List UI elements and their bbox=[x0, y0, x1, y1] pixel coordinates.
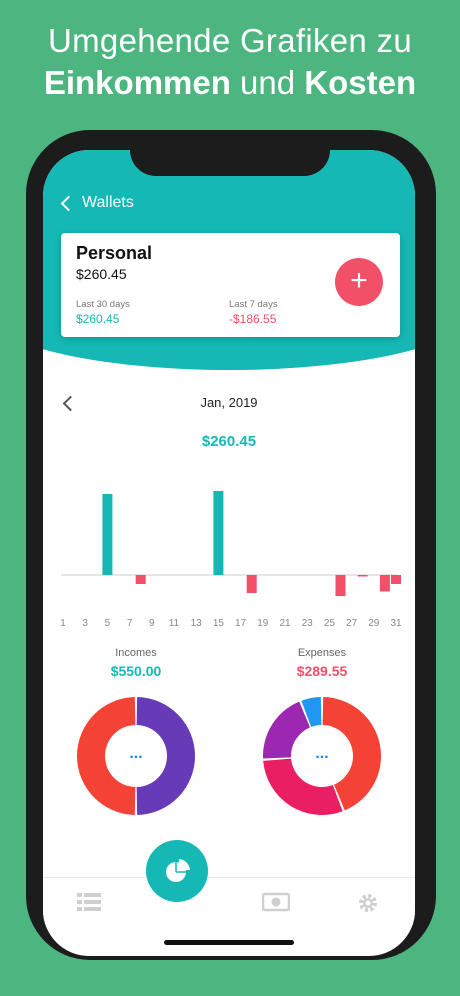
daily-bar-chart: 1 3 5 7 9 11 13 15 17 19 21 23 25 27 29 31 bbox=[60, 491, 402, 629]
x-tick-label: 29 bbox=[368, 618, 380, 629]
bar-day-31[interactable] bbox=[391, 575, 401, 584]
bar-day-15[interactable] bbox=[213, 491, 224, 575]
x-tick-label: 31 bbox=[390, 618, 402, 629]
x-tick-label: 23 bbox=[302, 618, 314, 629]
donut-exp-segment-2[interactable] bbox=[263, 701, 311, 759]
bar-day-30[interactable] bbox=[379, 575, 390, 592]
back-label: Wallets bbox=[82, 194, 134, 211]
wallet-card[interactable]: Personal $260.45 Last 30 days $260.45 La… bbox=[61, 233, 400, 337]
x-tick-label: 7 bbox=[127, 618, 133, 629]
donut-inc-segment-0[interactable] bbox=[136, 697, 196, 815]
x-tick-label: 13 bbox=[191, 618, 203, 629]
phone-notch bbox=[130, 130, 330, 176]
headline-bold-1: Einkommen bbox=[43, 64, 231, 101]
incomes-donut[interactable]: ... bbox=[73, 693, 199, 819]
incomes-block: Incomes $550.00 ... bbox=[43, 647, 229, 819]
expenses-block: Expenses $289.55 ... bbox=[229, 647, 415, 819]
more-icon[interactable]: ... bbox=[315, 745, 328, 762]
x-tick-label: 9 bbox=[149, 618, 155, 629]
bar-day-5[interactable] bbox=[102, 494, 113, 575]
bar-day-18[interactable] bbox=[246, 575, 257, 593]
bar-day-26[interactable] bbox=[335, 575, 346, 596]
more-icon[interactable]: ... bbox=[129, 745, 142, 762]
plus-icon: + bbox=[350, 264, 368, 297]
donut-inc-segment-1[interactable] bbox=[76, 697, 136, 815]
x-tick-label: 19 bbox=[257, 618, 269, 629]
incomes-label: Incomes bbox=[115, 647, 157, 659]
x-tick-label: 25 bbox=[324, 618, 336, 629]
back-button[interactable]: Wallets bbox=[59, 194, 134, 212]
headline-bold-2: Kosten bbox=[304, 64, 417, 101]
expenses-value: $289.55 bbox=[296, 663, 348, 679]
bar-day-28[interactable] bbox=[357, 575, 368, 577]
tab-bar bbox=[43, 877, 415, 927]
gear-icon[interactable] bbox=[357, 892, 379, 914]
home-indicator bbox=[164, 940, 294, 945]
headline-line-2: Einkommen und Kosten bbox=[0, 64, 460, 102]
donut-exp-segment-1[interactable] bbox=[263, 758, 343, 815]
money-icon[interactable] bbox=[262, 892, 290, 912]
wallet-name: Personal bbox=[76, 243, 153, 263]
month-total: $260.45 bbox=[201, 433, 257, 450]
last7-label: Last 7 days bbox=[229, 299, 278, 310]
last30-label: Last 30 days bbox=[76, 299, 130, 310]
last30-value: $260.45 bbox=[76, 312, 120, 326]
expenses-label: Expenses bbox=[297, 647, 347, 659]
pie-chart-icon bbox=[166, 859, 190, 882]
x-tick-label: 5 bbox=[105, 618, 111, 629]
wallet-balance: $260.45 bbox=[76, 266, 127, 282]
x-tick-label: 11 bbox=[169, 618, 180, 629]
month-label: Jan, 2019 bbox=[200, 395, 258, 410]
add-transaction-button[interactable]: + bbox=[335, 258, 383, 306]
app-screen: Wallets Personal $260.45 Last 30 days $2… bbox=[43, 150, 415, 956]
chevron-left-icon bbox=[60, 195, 77, 211]
x-tick-label: 1 bbox=[60, 618, 66, 629]
x-tick-label: 15 bbox=[213, 618, 225, 629]
bar-day-8[interactable] bbox=[135, 575, 146, 584]
incomes-value: $550.00 bbox=[110, 663, 162, 679]
x-tick-label: 27 bbox=[346, 618, 358, 629]
month-navigator: Jan, 2019 bbox=[43, 392, 415, 416]
charts-tab-button[interactable] bbox=[146, 840, 208, 902]
x-tick-label: 3 bbox=[82, 618, 88, 629]
x-tick-label: 17 bbox=[235, 618, 247, 629]
x-tick-label: 21 bbox=[279, 618, 291, 629]
list-icon[interactable] bbox=[77, 892, 101, 912]
headline-line-1: Umgehende Grafiken zu bbox=[48, 22, 412, 59]
headline-mid: und bbox=[230, 64, 305, 101]
expenses-donut[interactable]: ... bbox=[259, 693, 385, 819]
last7-value: -$186.55 bbox=[229, 312, 277, 326]
